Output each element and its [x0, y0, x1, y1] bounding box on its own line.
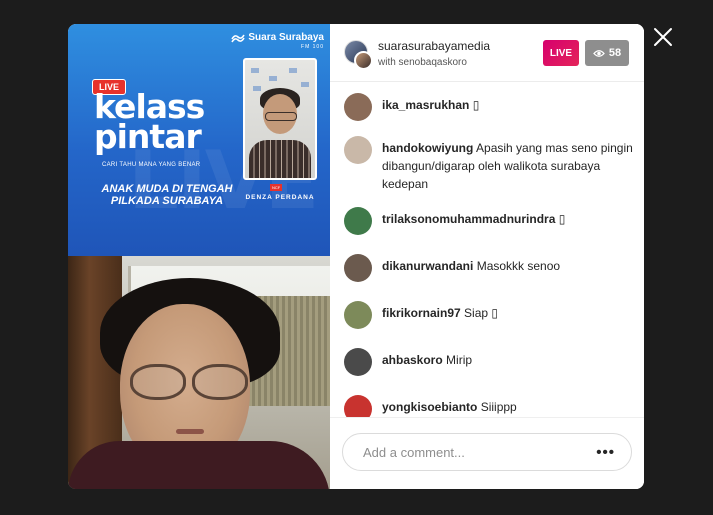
speaker-name: DENZA PERDANA: [245, 194, 315, 201]
comment-list[interactable]: ika_masrukhan ▯ handokowiyung Apasih yan…: [330, 68, 644, 417]
chat-header: suarasurabayamedia with senobaqaskoro LI…: [330, 24, 644, 82]
comment-item: yongkisoebianto Siiippp: [344, 395, 634, 417]
commenter-username[interactable]: trilaksonomuhammadnurindra: [382, 212, 555, 226]
comment-item: trilaksonomuhammadnurindra ▯: [344, 207, 634, 235]
commenter-avatar[interactable]: [344, 348, 372, 376]
program-title-line2: pintar: [94, 117, 202, 156]
viewer-count: 58: [608, 47, 622, 59]
commenter-username[interactable]: ika_masrukhan: [382, 98, 469, 112]
commenter-avatar[interactable]: [344, 301, 372, 329]
commenter-avatar[interactable]: [344, 207, 372, 235]
live-video-player[interactable]: LIVE Suara Surabaya FM 100 LIVE kelass p…: [68, 24, 330, 489]
comment-text: Siiippp: [480, 400, 517, 414]
live-badge: LIVE: [543, 40, 579, 66]
comment-text: ▯: [472, 98, 480, 112]
composer-divider: [330, 417, 644, 418]
more-options-icon[interactable]: •••: [596, 444, 615, 461]
comment-text: Masokkk senoo: [476, 259, 561, 273]
speaker-photo: [243, 58, 317, 180]
comment-text: Siap ▯: [464, 306, 499, 320]
commenter-username[interactable]: dikanurwandani: [382, 259, 473, 273]
comment-input[interactable]: [361, 443, 585, 461]
eye-icon: [592, 49, 605, 57]
comment-item: dikanurwandani Masokkk senoo: [344, 254, 634, 282]
program-tagline: CARI TAHU MANA YANG BENAR: [102, 162, 201, 168]
comment-item: ahbaskoro Mirip: [344, 348, 634, 376]
commenter-avatar[interactable]: [344, 254, 372, 282]
host-username[interactable]: suarasurabayamedia: [378, 39, 490, 53]
comment-item: handokowiyung Apasih yang mas seno pingi…: [344, 136, 634, 193]
commenter-avatar[interactable]: [344, 395, 372, 417]
comment-item: ika_masrukhan ▯: [344, 93, 634, 121]
comment-item: fikrikornain97 Siap ▯: [344, 301, 634, 329]
program-title: kelass pintar: [94, 90, 205, 156]
comment-text: ▯: [558, 212, 566, 226]
close-icon: [654, 28, 672, 46]
viewer-count-badge: 58: [585, 40, 629, 66]
guest-avatar[interactable]: [354, 51, 373, 70]
live-video-modal: LIVE Suara Surabaya FM 100 LIVE kelass p…: [68, 24, 644, 489]
brand-logo: Suara Surabaya FM 100: [231, 32, 324, 50]
close-button[interactable]: [651, 25, 675, 49]
commenter-username[interactable]: fikrikornain97: [382, 306, 461, 320]
brand-name: Suara Surabaya: [248, 32, 324, 43]
speaker-tag: NCF: [270, 184, 283, 191]
brand-mark-icon: [231, 34, 246, 42]
with-guest-text[interactable]: with senobaqaskoro: [378, 57, 467, 68]
comment-text: Mirip: [446, 353, 473, 367]
commenter-avatar[interactable]: [344, 136, 372, 164]
commenter-avatar[interactable]: [344, 93, 372, 121]
commenter-username[interactable]: ahbaskoro: [382, 353, 443, 367]
live-chat-panel: suarasurabayamedia with senobaqaskoro LI…: [330, 24, 644, 489]
commenter-username[interactable]: yongkisoebianto: [382, 400, 477, 414]
program-subtitle: ANAK MUDA DI TENGAH PILKADA SURABAYA: [101, 183, 233, 207]
commenter-username[interactable]: handokowiyung: [382, 141, 473, 155]
guest-camera-feed: [68, 256, 330, 489]
brand-subtitle: FM 100: [301, 44, 324, 50]
comment-composer: •••: [342, 433, 632, 471]
program-banner: LIVE Suara Surabaya FM 100 LIVE kelass p…: [68, 24, 330, 256]
